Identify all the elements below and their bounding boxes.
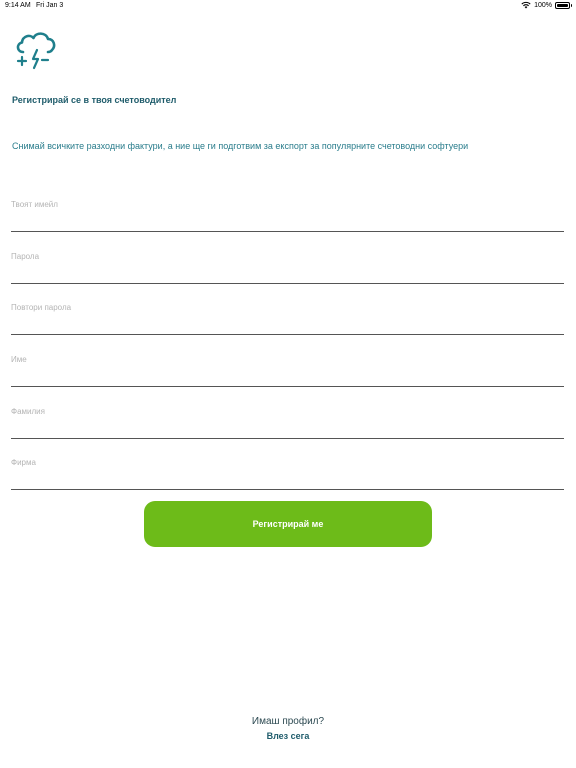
repeat-password-input[interactable] xyxy=(11,303,564,312)
email-input[interactable] xyxy=(11,200,564,209)
register-button[interactable]: Регистрирай ме xyxy=(144,501,432,547)
page-title: Регистрирай се в твоя счетоводител xyxy=(12,95,177,105)
company-input[interactable] xyxy=(11,458,564,467)
email-field[interactable] xyxy=(11,192,564,232)
cloud-lightning-icon xyxy=(14,30,58,70)
status-time: 9:14 AM xyxy=(5,2,31,9)
status-indicators: 100% xyxy=(521,1,572,9)
battery-icon xyxy=(555,1,572,9)
wifi-icon xyxy=(521,1,531,9)
login-link[interactable]: Влез сега xyxy=(0,731,576,741)
password-field[interactable] xyxy=(11,244,564,284)
status-bar: 9:14 AM Fri Jan 3 100% xyxy=(0,0,576,12)
battery-percent: 100% xyxy=(534,1,552,9)
status-date: Fri Jan 3 xyxy=(36,2,64,9)
company-field[interactable] xyxy=(11,450,564,490)
last-name-field[interactable] xyxy=(11,399,564,439)
page-subtitle: Снимай всичките разходни фактури, а ние … xyxy=(12,141,469,151)
last-name-input[interactable] xyxy=(11,407,564,416)
repeat-password-field[interactable] xyxy=(11,295,564,335)
have-account-text: Имаш профил? xyxy=(251,716,325,727)
first-name-field[interactable] xyxy=(11,347,564,387)
password-input[interactable] xyxy=(11,252,564,261)
first-name-input[interactable] xyxy=(11,355,564,364)
